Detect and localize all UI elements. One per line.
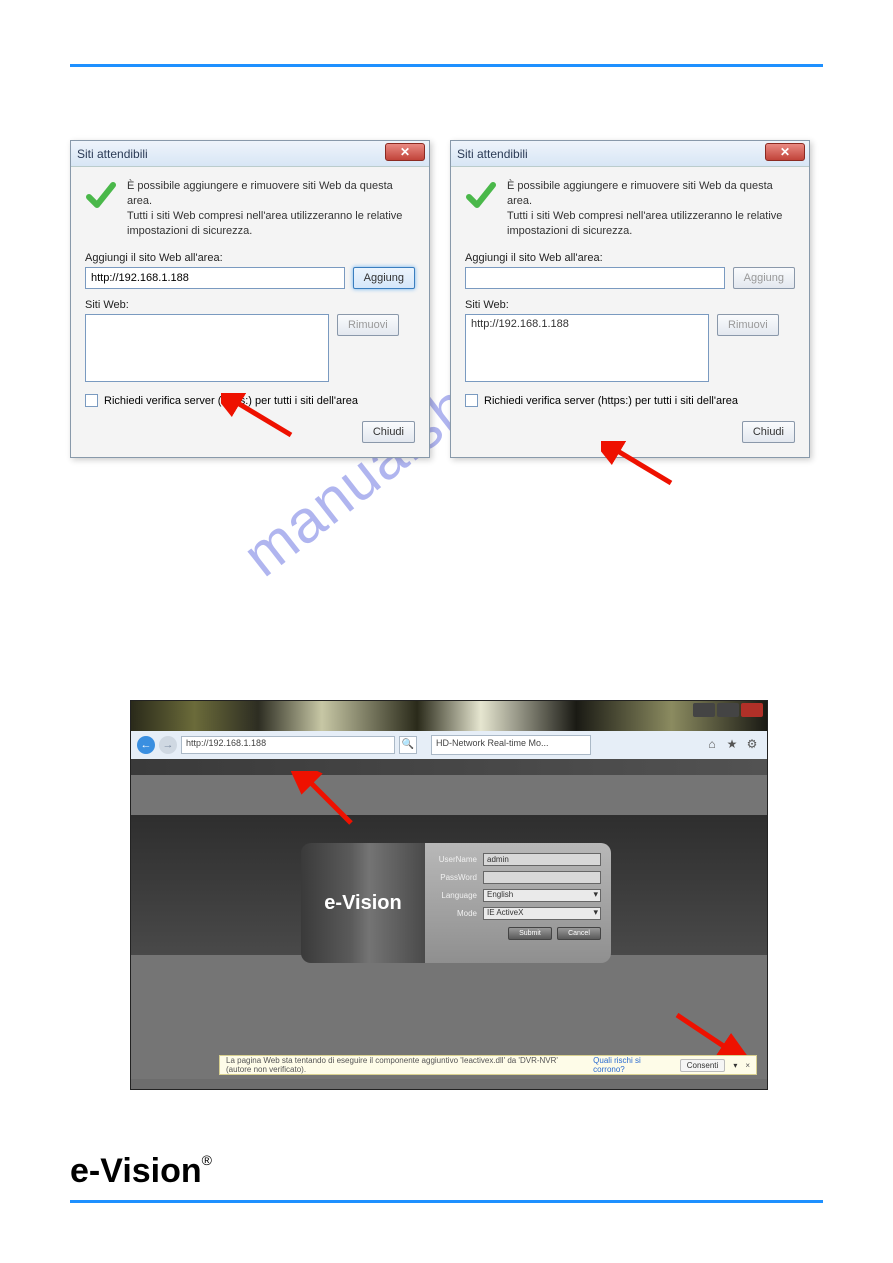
add-site-input[interactable] bbox=[465, 267, 725, 289]
trusted-sites-dialog-right: Siti attendibili ✕ È possibile aggiunger… bbox=[450, 140, 810, 458]
browser-chrome-top: ← → http://192.168.1.188 🔍 HD-Network Re… bbox=[131, 701, 767, 759]
add-site-input[interactable] bbox=[85, 267, 345, 289]
websites-listbox[interactable]: http://192.168.1.188 bbox=[465, 314, 709, 382]
address-bar[interactable]: http://192.168.1.188 bbox=[181, 736, 395, 754]
forward-button[interactable]: → bbox=[159, 736, 177, 754]
browser-subbar bbox=[131, 759, 767, 775]
infobar-risk-link[interactable]: Quali rischi si corrono? bbox=[593, 1056, 664, 1074]
https-checkbox-label: Richiedi verifica server (https:) per tu… bbox=[484, 395, 738, 407]
https-checkbox[interactable] bbox=[465, 394, 478, 407]
dialog-title: Siti attendibili bbox=[457, 147, 528, 161]
username-label: UserName bbox=[435, 855, 477, 864]
mode-select[interactable]: IE ActiveX bbox=[483, 907, 601, 920]
https-checkbox-label: Richiedi verifica server (https:) per tu… bbox=[104, 395, 358, 407]
browser-tab[interactable]: HD-Network Real-time Mo... bbox=[431, 735, 591, 755]
maximize-button[interactable] bbox=[717, 703, 739, 717]
dialog-titlebar: Siti attendibili ✕ bbox=[451, 141, 809, 167]
close-button[interactable]: ✕ bbox=[765, 143, 805, 161]
info-text: È possibile aggiungere e rimuovere siti … bbox=[507, 179, 795, 238]
remove-button[interactable]: Rimuovi bbox=[717, 314, 779, 336]
cancel-button[interactable]: Cancel bbox=[557, 927, 601, 940]
page-content: e-Vision UserName PassWord Language Engl… bbox=[131, 775, 767, 1079]
mode-label: Mode bbox=[435, 909, 477, 918]
top-rule bbox=[70, 64, 823, 67]
close-button[interactable]: ✕ bbox=[385, 143, 425, 161]
dialog-body: È possibile aggiungere e rimuovere siti … bbox=[451, 167, 809, 457]
brand-text: e-Vision bbox=[324, 892, 401, 915]
add-button[interactable]: Aggiung bbox=[733, 267, 795, 289]
add-site-label: Aggiungi il sito Web all'area: bbox=[85, 252, 415, 264]
infobar-text: La pagina Web sta tentando di eseguire i… bbox=[226, 1056, 585, 1074]
checkmark-icon bbox=[465, 179, 497, 211]
login-form: UserName PassWord Language English Mode … bbox=[425, 843, 611, 963]
tab-title: HD-Network Real-time Mo... bbox=[436, 738, 549, 748]
window-glass-strip bbox=[131, 701, 767, 731]
login-panel: e-Vision UserName PassWord Language Engl… bbox=[301, 843, 611, 963]
password-label: PassWord bbox=[435, 873, 477, 882]
add-button[interactable]: Aggiung bbox=[353, 267, 415, 289]
language-select[interactable]: English bbox=[483, 889, 601, 902]
websites-label: Siti Web: bbox=[465, 299, 795, 311]
language-label: Language bbox=[435, 891, 477, 900]
bottom-rule bbox=[70, 1200, 823, 1203]
dialog-title: Siti attendibili bbox=[77, 147, 148, 161]
home-icon[interactable]: ⌂ bbox=[705, 737, 719, 751]
search-icon[interactable]: 🔍 bbox=[399, 736, 417, 754]
window-buttons bbox=[693, 703, 763, 717]
minimize-button[interactable] bbox=[693, 703, 715, 717]
back-button[interactable]: ← bbox=[137, 736, 155, 754]
submit-button[interactable]: Submit bbox=[508, 927, 552, 940]
websites-listbox[interactable] bbox=[85, 314, 329, 382]
footer-logo: e-Vision® bbox=[70, 1152, 212, 1191]
activex-info-bar: La pagina Web sta tentando di eseguire i… bbox=[219, 1055, 757, 1075]
arrow-icon bbox=[667, 1011, 747, 1061]
close-dialog-button[interactable]: Chiudi bbox=[742, 421, 795, 443]
gear-icon[interactable]: ⚙ bbox=[745, 737, 759, 751]
checkmark-icon bbox=[85, 179, 117, 211]
dialog-titlebar: Siti attendibili ✕ bbox=[71, 141, 429, 167]
consent-dropdown-icon[interactable]: ▾ bbox=[733, 1061, 737, 1070]
infobar-close-icon[interactable]: × bbox=[745, 1061, 750, 1070]
websites-label: Siti Web: bbox=[85, 299, 415, 311]
dialog-body: È possibile aggiungere e rimuovere siti … bbox=[71, 167, 429, 457]
arrow-icon bbox=[291, 771, 371, 831]
info-text: È possibile aggiungere e rimuovere siti … bbox=[127, 179, 415, 238]
browser-screenshot: ← → http://192.168.1.188 🔍 HD-Network Re… bbox=[130, 700, 768, 1090]
star-icon[interactable]: ★ bbox=[725, 737, 739, 751]
remove-button[interactable]: Rimuovi bbox=[337, 314, 399, 336]
close-window-button[interactable] bbox=[741, 703, 763, 717]
password-input[interactable] bbox=[483, 871, 601, 884]
username-input[interactable] bbox=[483, 853, 601, 866]
consent-button[interactable]: Consenti bbox=[680, 1059, 726, 1072]
https-checkbox[interactable] bbox=[85, 394, 98, 407]
close-dialog-button[interactable]: Chiudi bbox=[362, 421, 415, 443]
trusted-sites-dialog-left: Siti attendibili ✕ È possibile aggiunger… bbox=[70, 140, 430, 458]
add-site-label: Aggiungi il sito Web all'area: bbox=[465, 252, 795, 264]
login-brand-panel: e-Vision bbox=[301, 843, 425, 963]
